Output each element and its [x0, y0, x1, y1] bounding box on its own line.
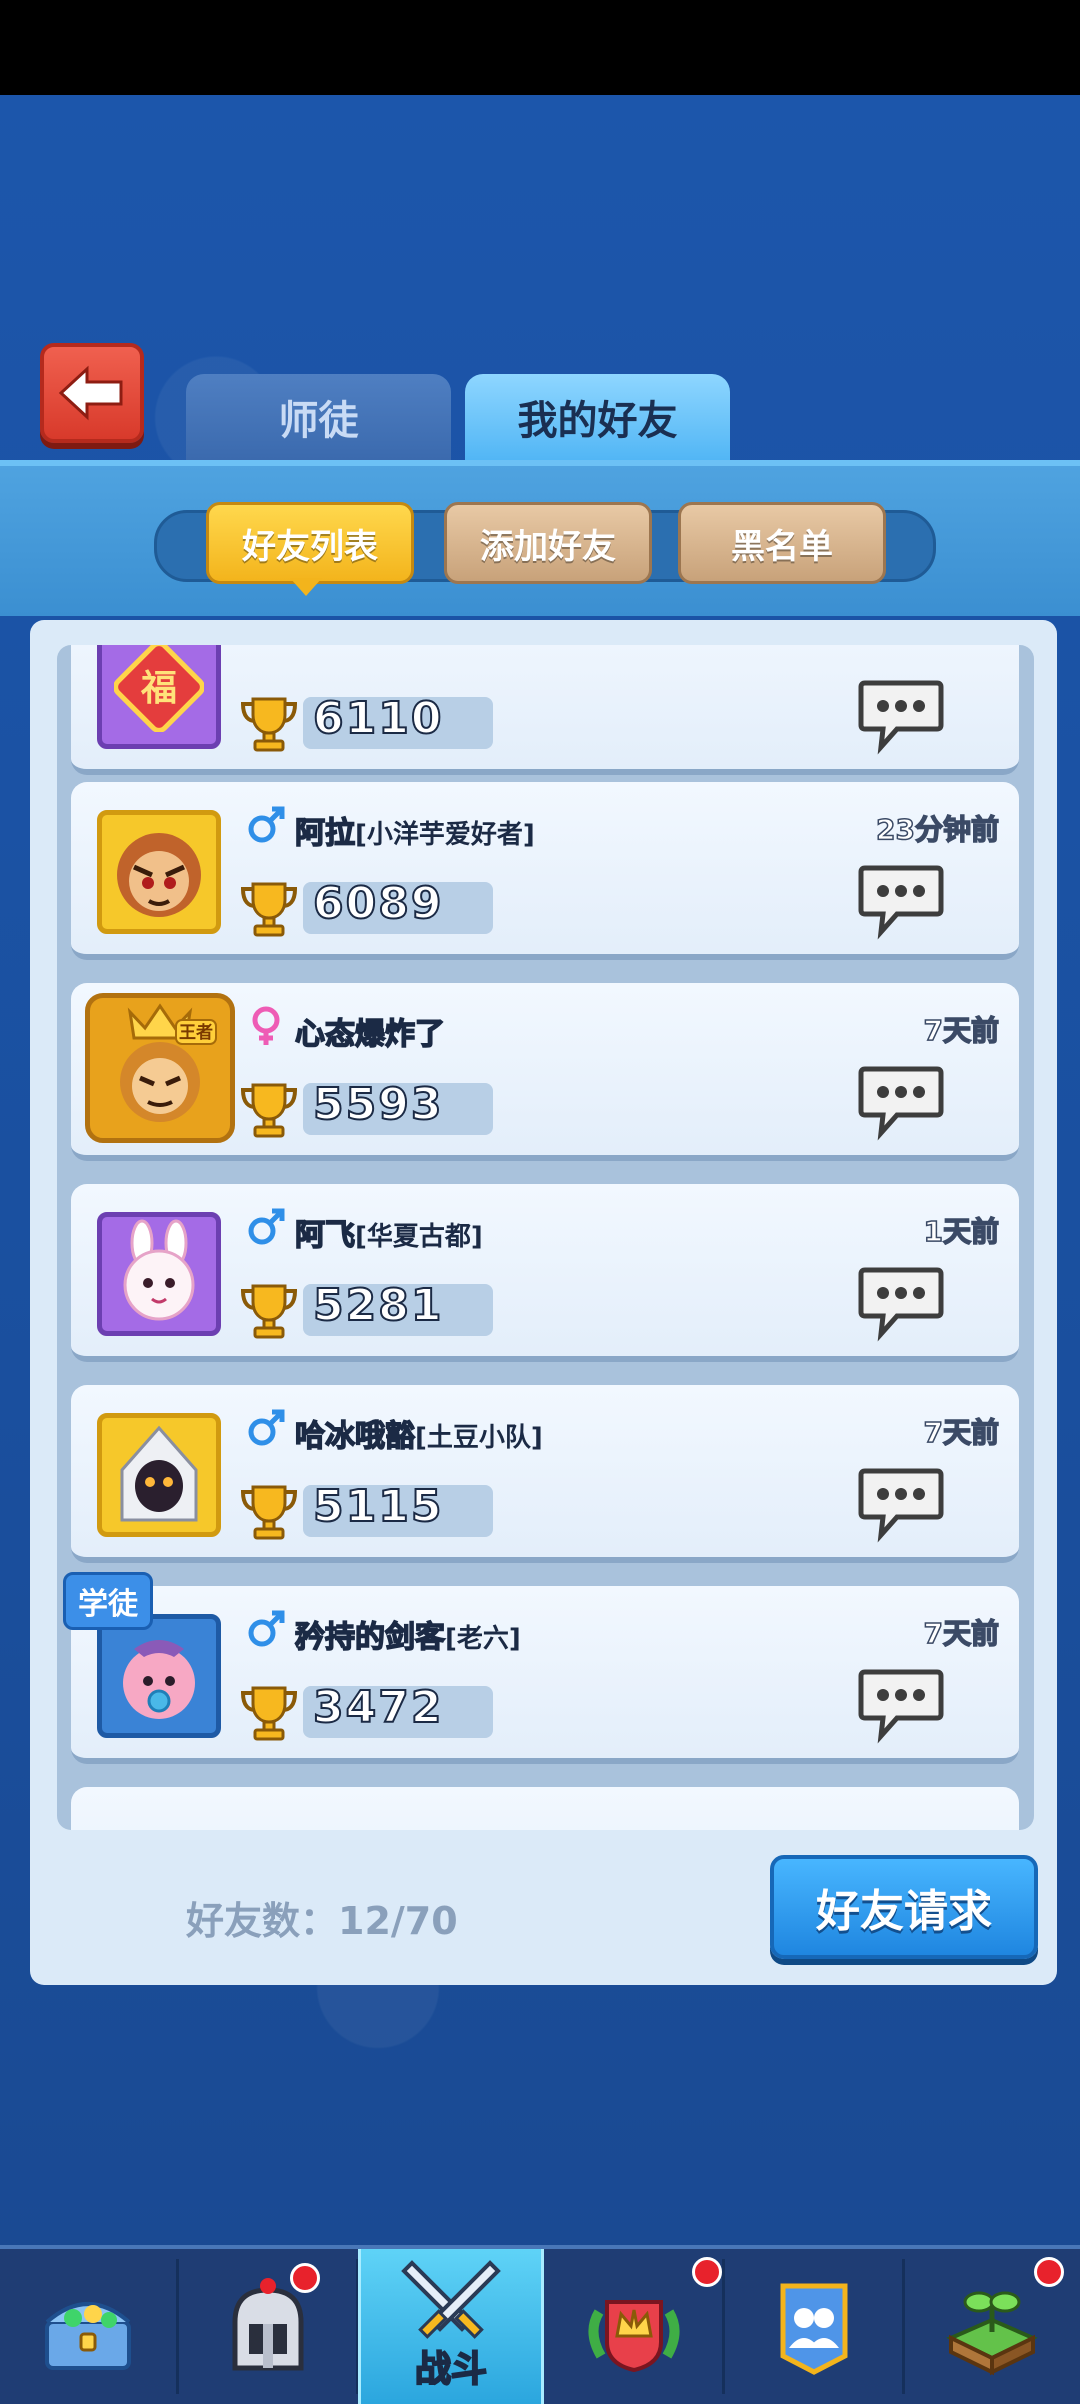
trophy-icon — [240, 1284, 298, 1339]
friend-name: 矜持的剑客[老六] — [294, 1619, 521, 1656]
tab-my-friends[interactable]: 我的好友 — [465, 374, 730, 460]
trophy-score: 6110 — [312, 692, 444, 745]
trophy-score: 3472 — [312, 1681, 444, 1734]
sprout-plot-icon — [946, 2291, 1038, 2375]
list-item[interactable]: 王者 心态爆炸了 7天前 5593 — [71, 983, 1019, 1161]
chat-icon[interactable] — [857, 1063, 945, 1141]
chat-icon[interactable] — [857, 677, 945, 755]
segment-add-friend[interactable]: 添加好友 — [444, 502, 652, 584]
trophy-score: 5115 — [312, 1480, 444, 1533]
trophy-icon — [240, 1485, 298, 1540]
segment-friend-list[interactable]: 好友列表 — [206, 502, 414, 584]
last-online: 7天前 — [923, 1415, 1000, 1450]
avatar — [97, 1212, 221, 1336]
avatar — [97, 1413, 221, 1537]
list-item[interactable]: 福 6110 — [71, 645, 1019, 775]
avatar — [97, 1614, 221, 1738]
avatar: 王者 — [85, 993, 235, 1143]
svg-text:王者: 王者 — [179, 1022, 213, 1043]
friend-list[interactable]: 福 6110 阿拉[小洋芋爱好者] 23分钟前 6089 王者 心态爆炸了 7天… — [57, 645, 1034, 1830]
list-item[interactable] — [71, 1787, 1019, 1830]
segment-pointer — [290, 578, 322, 596]
trophy-score: 6089 — [312, 877, 444, 930]
hooded-mage-avatar-icon — [120, 1425, 198, 1522]
trophy-icon — [240, 1083, 298, 1138]
segment-blacklist[interactable]: 黑名单 — [678, 502, 886, 584]
chat-icon[interactable] — [857, 1465, 945, 1543]
nav-battle-label: 战斗 — [414, 2348, 488, 2391]
nav-social[interactable] — [726, 2249, 902, 2404]
baby-avatar-icon — [123, 1640, 195, 1719]
male-icon — [248, 1208, 285, 1245]
last-online: 7天前 — [923, 1013, 1000, 1048]
friend-guild: [老六] — [445, 1624, 521, 1654]
last-online: 23分钟前 — [875, 812, 999, 847]
fortune-badge-icon: 福 — [114, 645, 204, 732]
chat-icon[interactable] — [857, 862, 945, 940]
chat-icon[interactable] — [857, 1264, 945, 1342]
friend-name: 心态爆炸了 — [294, 1016, 446, 1053]
chat-icon[interactable] — [857, 1666, 945, 1744]
avatar — [97, 810, 221, 934]
treasure-chest-icon — [45, 2301, 131, 2370]
notification-dot — [290, 2263, 320, 2293]
bottom-nav: 战斗 — [0, 2245, 1080, 2404]
list-item[interactable]: 阿拉[小洋芋爱好者] 23分钟前 6089 — [71, 782, 1019, 960]
status-bar — [0, 0, 1080, 95]
notification-dot — [692, 2257, 722, 2287]
hero-avatar-icon — [117, 833, 201, 917]
male-icon — [248, 806, 285, 843]
nav-chest[interactable] — [0, 2249, 176, 2404]
last-online: 7天前 — [923, 1616, 1000, 1651]
friend-name: 阿飞[华夏古都] — [294, 1217, 483, 1254]
back-button[interactable] — [40, 343, 144, 443]
nav-rankings[interactable] — [546, 2249, 722, 2404]
nav-garden[interactable] — [904, 2249, 1080, 2404]
list-item[interactable]: 哈冰哦豁[土豆小队] 7天前 5115 — [71, 1385, 1019, 1563]
friend-name: 哈冰哦豁[土豆小队] — [294, 1418, 543, 1455]
king-frame-avatar-icon: 王者 — [120, 1003, 217, 1122]
nav-battle[interactable]: 战斗 — [358, 2249, 544, 2404]
last-online: 1天前 — [923, 1214, 1000, 1249]
nav-divider — [176, 2259, 179, 2394]
male-icon — [248, 1610, 285, 1647]
friend-requests-button[interactable]: 好友请求 — [770, 1855, 1038, 1959]
nav-divider — [722, 2259, 725, 2394]
svg-text:福: 福 — [140, 668, 177, 709]
nav-heroes[interactable] — [180, 2249, 356, 2404]
bunny-avatar-icon — [123, 1219, 195, 1321]
trophy-score: 5593 — [312, 1078, 444, 1131]
back-arrow-icon — [58, 365, 123, 421]
list-item[interactable]: 学徒 矜持的剑客[老六] 7天前 3472 — [63, 1572, 1019, 1764]
tab-master-apprentice[interactable]: 师徒 — [186, 374, 451, 460]
friend-name: 阿拉[小洋芋爱好者] — [294, 815, 535, 852]
list-item[interactable]: 阿飞[华夏古都] 1天前 5281 — [71, 1184, 1019, 1362]
crown-shield-icon — [588, 2299, 680, 2372]
apprentice-badge: 学徒 — [63, 1572, 153, 1630]
friend-guild: [土豆小队] — [415, 1423, 543, 1453]
friend-guild: [小洋芋爱好者] — [355, 820, 535, 850]
male-icon — [248, 1409, 285, 1446]
trophy-icon — [240, 882, 298, 937]
female-icon — [252, 1006, 280, 1045]
guild-banner-icon — [780, 2283, 848, 2375]
trophy-icon — [240, 697, 298, 752]
friend-count: 好友数：12/70 — [186, 1899, 458, 1943]
trophy-icon — [240, 1686, 298, 1741]
trophy-score: 5281 — [312, 1279, 444, 1332]
friend-guild: [华夏古都] — [355, 1222, 483, 1252]
notification-dot — [1034, 2257, 1064, 2287]
avatar: 福 — [97, 645, 221, 749]
